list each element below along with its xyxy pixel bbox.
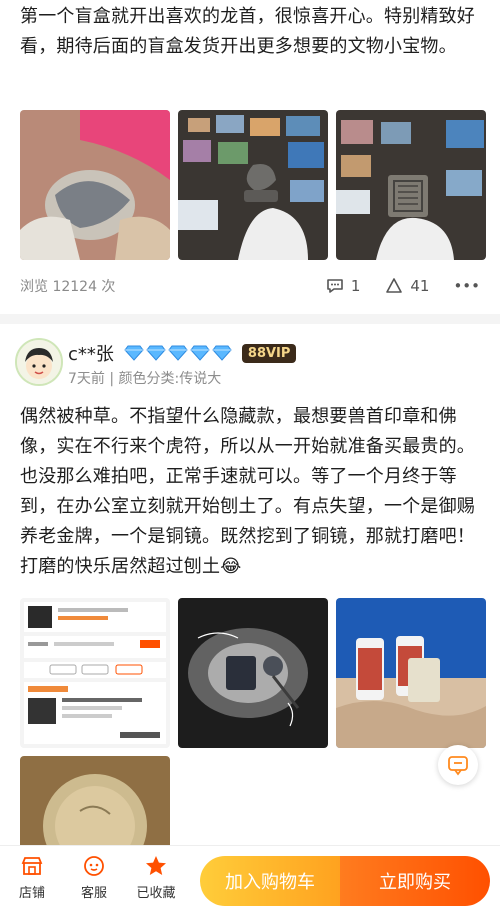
review-photo[interactable] bbox=[178, 598, 328, 748]
more-button[interactable]: ••• bbox=[453, 277, 480, 295]
diamond-icon bbox=[190, 345, 210, 361]
diamond-icon bbox=[168, 345, 188, 361]
store-label: 店铺 bbox=[18, 886, 45, 901]
review-icon bbox=[448, 756, 468, 776]
vip-badge: 88VIP bbox=[241, 343, 297, 363]
comment-count: 1 bbox=[350, 277, 361, 295]
customer-service-icon bbox=[84, 856, 104, 876]
review-date-variant: 7天前 | 颜色分类:传说大 bbox=[68, 371, 222, 387]
diamond-icon bbox=[212, 345, 232, 361]
star-icon bbox=[146, 856, 166, 875]
review-text: 第一个盲盒就开出喜欢的龙首，很惊喜开心。特别精致好看，期待后面的盲盒发货开出更多… bbox=[20, 6, 475, 57]
favorite-tab[interactable]: 已收藏 bbox=[128, 854, 184, 901]
review-photo-grid bbox=[20, 598, 486, 748]
review-text: 偶然被种草。不指望什么隐藏款，最想要兽首印章和佛像，实在不行来个虎符，所以从一开… bbox=[20, 406, 475, 577]
more-icon: ••• bbox=[453, 277, 480, 295]
service-label: 客服 bbox=[80, 886, 107, 901]
review-photo[interactable] bbox=[20, 110, 170, 260]
add-to-cart-button[interactable]: 加入购物车 bbox=[200, 856, 340, 906]
comment-icon bbox=[327, 279, 343, 293]
section-divider bbox=[0, 314, 500, 324]
floating-review-button[interactable] bbox=[438, 745, 478, 785]
comment-button[interactable]: 1 bbox=[325, 276, 361, 296]
like-count: 41 bbox=[410, 277, 430, 295]
review-photo[interactable] bbox=[20, 598, 170, 748]
diamond-icon bbox=[146, 345, 166, 361]
bottom-action-bar: 店铺 客服 已收藏 加入购物车 立即购买 bbox=[0, 845, 500, 913]
member-level-badge bbox=[124, 345, 232, 361]
like-button[interactable]: 41 bbox=[384, 276, 429, 296]
reviewer-row: c**张 88VIP bbox=[68, 340, 297, 366]
service-tab[interactable]: 客服 bbox=[66, 854, 122, 901]
buy-now-button[interactable]: 立即购买 bbox=[340, 856, 490, 906]
review-photo[interactable] bbox=[178, 110, 328, 260]
reviewer-name[interactable]: c**张 bbox=[68, 340, 114, 366]
store-icon bbox=[21, 857, 43, 875]
thumbs-up-icon bbox=[386, 278, 403, 293]
avatar[interactable] bbox=[15, 338, 63, 386]
review-photo-grid bbox=[20, 110, 486, 260]
favorite-label: 已收藏 bbox=[136, 886, 176, 901]
review-photo[interactable] bbox=[20, 756, 170, 845]
diamond-icon bbox=[124, 345, 144, 361]
store-tab[interactable]: 店铺 bbox=[4, 854, 60, 901]
review-photo[interactable] bbox=[336, 598, 486, 748]
review-photo-grid bbox=[20, 756, 170, 845]
review-meta-row: 浏览 12124 次 1 41 ••• bbox=[20, 268, 480, 304]
review-photo[interactable] bbox=[336, 110, 486, 260]
view-count: 浏览 12124 次 bbox=[20, 279, 116, 295]
